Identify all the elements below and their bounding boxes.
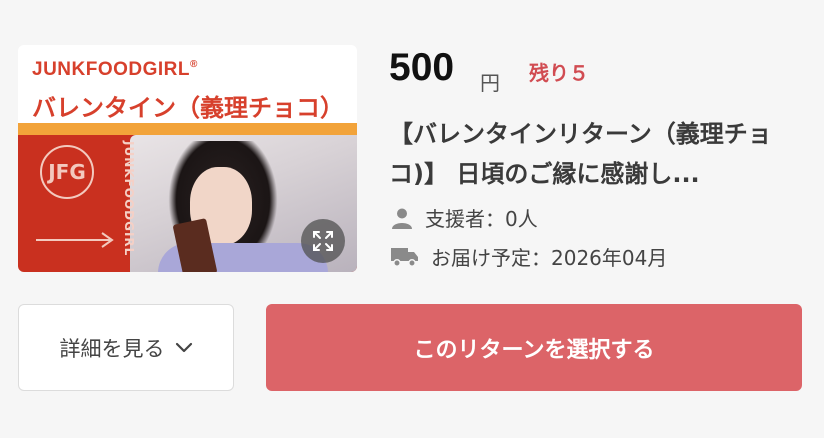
price-amount: 500: [389, 46, 455, 89]
expand-icon[interactable]: [301, 219, 345, 263]
stock-remaining-badge: 残り５: [529, 61, 589, 85]
supporters-count: 支援者：0人: [425, 207, 538, 231]
delivery-date: お届け予定：2026年04月: [431, 246, 668, 270]
thumbnail-brand: JUNKFOODGIRL®: [32, 59, 198, 80]
chevron-down-icon: [175, 342, 192, 352]
truck-icon: [391, 247, 418, 267]
return-title: 【バレンタインリターン（義理チョコ)】 日頃のご縁に感謝し...: [389, 120, 772, 188]
supporters-row: 支援者：0人: [391, 203, 538, 232]
jfg-emblem: JFG: [40, 145, 94, 199]
thumbnail-stripe: [18, 123, 357, 135]
delivery-row: お届け予定：2026年04月: [391, 242, 667, 271]
view-details-label: 詳細を見る: [59, 336, 165, 361]
thumbnail-vertical-brand: JUNKFOODGIRL: [122, 141, 136, 257]
return-thumbnail[interactable]: JUNKFOODGIRL® バレンタイン（義理チョコ） JFG JUNKFOOD…: [18, 45, 357, 272]
expand-glyph: [313, 231, 333, 251]
view-details-button[interactable]: 詳細を見る: [18, 304, 234, 391]
person-icon: [392, 208, 412, 229]
arrow-icon: [36, 232, 114, 248]
select-return-button[interactable]: このリターンを選択する: [266, 304, 802, 391]
thumbnail-subtitle: バレンタイン（義理チョコ）: [32, 94, 344, 122]
select-return-label: このリターンを選択する: [413, 337, 655, 363]
price-unit: 円: [480, 71, 500, 95]
